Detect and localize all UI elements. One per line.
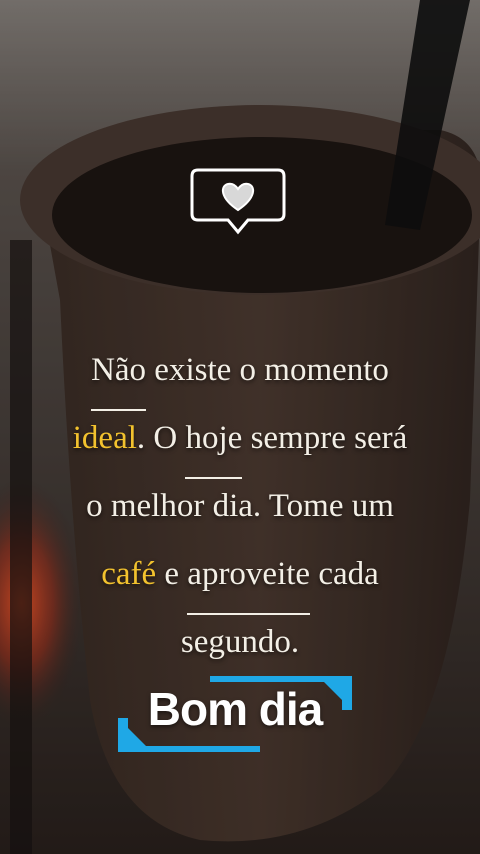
bom-dia-label: Bom dia	[147, 683, 323, 735]
quote-line-3: o melhor dia. Tome um	[86, 488, 394, 524]
underlined-word: Não	[91, 336, 146, 411]
quote-text: Não existe o momento ideal. O hoje sempr…	[0, 336, 480, 676]
quote-line-4: café e aproveite cada	[0, 540, 480, 615]
quote-line-5: segundo.	[180, 624, 300, 660]
underlined-word: aproveite	[187, 540, 310, 615]
highlighted-word: café	[101, 556, 157, 592]
underlined-word: hoje	[185, 404, 242, 479]
heart-speech-bubble-icon	[190, 168, 286, 235]
bom-dia-banner: Bom dia	[118, 676, 352, 752]
highlighted-word: ideal	[72, 420, 137, 456]
quote-line-2: ideal. O hoje sempre será	[0, 404, 480, 479]
quote-line-1: Não existe o momento	[0, 336, 480, 411]
